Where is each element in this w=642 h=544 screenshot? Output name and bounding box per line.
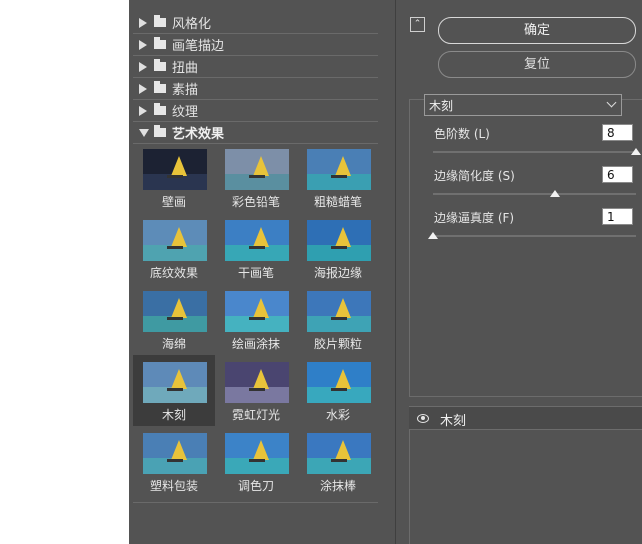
- parameter-value-input[interactable]: 1: [602, 208, 633, 225]
- parameter-value-input[interactable]: 8: [602, 124, 633, 141]
- filter-preview-image: [143, 291, 207, 332]
- triangle-right-icon[interactable]: [139, 39, 147, 50]
- parameter-slider-handle[interactable]: [428, 232, 438, 239]
- filter-thumbnail-label: 海报边缘: [313, 266, 362, 280]
- folder-icon: [154, 59, 166, 71]
- eye-icon[interactable]: [417, 414, 429, 423]
- collapse-up-icon[interactable]: ⌃: [410, 17, 425, 32]
- filter-thumbnail-label: 海绵: [161, 337, 186, 351]
- triangle-right-icon[interactable]: [139, 105, 147, 116]
- filter-thumbnail[interactable]: 壁画: [133, 142, 215, 213]
- filter-thumbnail[interactable]: 塑料包装: [133, 426, 215, 497]
- parameter-label: 边缘逼真度 (F): [434, 211, 515, 225]
- filter-folder[interactable]: 素描: [133, 78, 378, 100]
- filter-folder[interactable]: 画笔描边: [133, 34, 378, 56]
- filter-folder-label: 纹理: [172, 105, 199, 120]
- parameter-value-input[interactable]: 6: [602, 166, 633, 183]
- filter-folder[interactable]: 扭曲: [133, 56, 378, 78]
- parameter-slider-track[interactable]: [433, 193, 636, 195]
- filter-thumbnail-label: 干画笔: [237, 266, 274, 280]
- gallery-divider: [133, 502, 378, 503]
- filter-preview-image: [225, 149, 289, 190]
- filter-thumbnail-label: 水彩: [325, 408, 350, 422]
- filter-thumbnail[interactable]: 绘画涂抹: [215, 284, 297, 355]
- filter-gallery-panel: 风格化画笔描边扭曲素描纹理艺术效果 壁画 彩色铅笔 粗糙蜡笔底纹效果 干画笔 海报边缘海…: [129, 0, 396, 544]
- filter-type-value: 木刻: [429, 99, 454, 113]
- filter-thumbnail[interactable]: 底纹效果: [133, 213, 215, 284]
- filter-thumbnail-label: 粗糙蜡笔: [313, 195, 362, 209]
- folder-icon: [154, 15, 166, 27]
- effect-layer-name: 木刻: [440, 414, 467, 429]
- filter-thumbnail[interactable]: 木刻: [133, 355, 215, 426]
- filter-preview-image: [307, 149, 371, 190]
- filter-thumbnail-label: 壁画: [161, 195, 186, 209]
- filter-thumbnail-label: 绘画涂抹: [231, 337, 280, 351]
- parameter-slider-handle[interactable]: [631, 148, 641, 155]
- filter-thumbnail-label: 底纹效果: [149, 266, 198, 280]
- filter-thumbnail[interactable]: 彩色铅笔: [215, 142, 297, 213]
- filter-thumbnail[interactable]: 海报边缘: [297, 213, 379, 284]
- ok-button[interactable]: 确定: [438, 17, 636, 44]
- filter-folder-label: 素描: [172, 83, 199, 98]
- parameter-slider-track[interactable]: [433, 151, 636, 153]
- filter-preview-image: [225, 433, 289, 474]
- filter-preview-image: [225, 220, 289, 261]
- filter-folder-label: 艺术效果: [172, 127, 225, 142]
- folder-icon: [154, 81, 166, 93]
- filter-thumbnail[interactable]: 涂抹棒: [297, 426, 379, 497]
- filter-thumbnail[interactable]: 干画笔: [215, 213, 297, 284]
- filter-preview-image: [307, 362, 371, 403]
- filter-folder[interactable]: 艺术效果: [133, 122, 378, 144]
- filter-preview-image: [307, 291, 371, 332]
- folder-icon: [154, 103, 166, 115]
- filter-preview-image: [225, 291, 289, 332]
- chevron-down-icon: [606, 97, 617, 108]
- filter-folder[interactable]: 风格化: [133, 12, 378, 34]
- filter-thumbnail-label: 塑料包装: [149, 479, 198, 493]
- filter-preview-image: [143, 433, 207, 474]
- triangle-right-icon[interactable]: [139, 83, 147, 94]
- parameter-label: 边缘简化度 (S): [434, 169, 515, 183]
- filter-folder-label: 风格化: [172, 17, 212, 32]
- filter-thumbnail[interactable]: 海绵: [133, 284, 215, 355]
- filter-preview-image: [307, 433, 371, 474]
- filter-preview-image: [143, 149, 207, 190]
- filter-thumbnail-label: 霓虹灯光: [231, 408, 280, 422]
- triangle-down-icon[interactable]: [139, 128, 149, 137]
- filter-thumbnail-label: 木刻: [161, 408, 186, 422]
- filter-controls-panel: ⌃ 确定 复位 木刻 色阶数 (L) 8 边缘简化度 (S) 6 边缘逼真度 (F) 1 …: [407, 0, 642, 544]
- filter-parameters-box: [409, 99, 642, 397]
- filter-thumbnail-label: 胶片颗粒: [313, 337, 362, 351]
- parameter-slider-handle[interactable]: [549, 190, 560, 197]
- filter-folder[interactable]: 纹理: [133, 100, 378, 122]
- filter-thumbnail[interactable]: 粗糙蜡笔: [297, 142, 379, 213]
- triangle-right-icon[interactable]: [139, 61, 147, 72]
- reset-button[interactable]: 复位: [438, 51, 636, 78]
- parameter-slider-track[interactable]: [433, 235, 636, 237]
- filter-thumbnail[interactable]: 水彩: [297, 355, 379, 426]
- filter-thumbnail[interactable]: 霓虹灯光: [215, 355, 297, 426]
- effect-layer-row[interactable]: 木刻: [409, 406, 642, 430]
- parameter-label: 色阶数 (L): [434, 127, 490, 141]
- folder-icon: [154, 125, 166, 137]
- filter-preview-image: [307, 220, 371, 261]
- effect-layers-area: [409, 430, 642, 544]
- filter-thumbnail-label: 涂抹棒: [319, 479, 356, 493]
- triangle-right-icon[interactable]: [139, 17, 147, 28]
- filter-thumbnail-label: 彩色铅笔: [231, 195, 280, 209]
- filter-preview-image: [143, 362, 207, 403]
- filter-gallery-window: 风格化画笔描边扭曲素描纹理艺术效果 壁画 彩色铅笔 粗糙蜡笔底纹效果 干画笔 海报边缘海…: [129, 0, 642, 544]
- filter-thumbnail[interactable]: 调色刀: [215, 426, 297, 497]
- filter-preview-image: [225, 362, 289, 403]
- filter-folder-label: 扭曲: [172, 61, 199, 76]
- filter-thumbnail[interactable]: 胶片颗粒: [297, 284, 379, 355]
- filter-preview-image: [143, 220, 207, 261]
- filter-folder-label: 画笔描边: [172, 39, 225, 54]
- filter-thumbnail-label: 调色刀: [237, 479, 274, 493]
- filter-type-dropdown[interactable]: 木刻: [424, 94, 622, 116]
- folder-icon: [154, 37, 166, 49]
